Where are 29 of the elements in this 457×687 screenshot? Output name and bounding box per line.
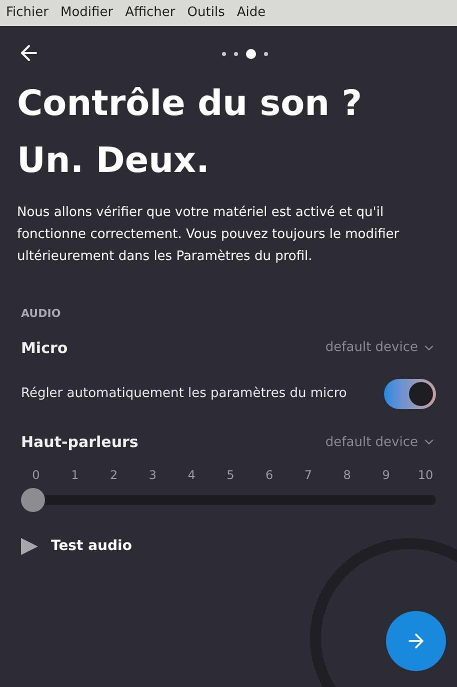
play-icon	[21, 538, 38, 554]
speakers-label: Haut-parleurs	[21, 432, 138, 453]
tick-label: 10	[418, 466, 432, 484]
device-dropdown[interactable]: default device	[325, 432, 436, 452]
microphone-label: Micro	[21, 338, 68, 358]
tick-label: 3	[148, 466, 158, 484]
volume-slider[interactable]	[21, 488, 436, 512]
menu-item[interactable]: Afficher	[125, 3, 176, 23]
page-title: Contrôle du son ? Un. Deux.	[17, 83, 364, 183]
tick-label: 2	[108, 466, 119, 484]
menu-item[interactable]: Modifier	[60, 3, 114, 23]
tick-label: 0	[31, 466, 41, 484]
description: Nous allons vérifier que votre matériel est activé et qu'il fonctionne correctement. Vous pouvez toujours le modifier ultérieurement dans les Paramètres du profil.	[17, 204, 400, 266]
tick-label: 1	[70, 466, 80, 484]
tick-label: 8	[342, 466, 352, 484]
tick-label: 6	[264, 466, 274, 484]
menu-item[interactable]: Outils	[187, 3, 225, 23]
toggle-switch[interactable]	[384, 379, 436, 409]
auto-adjust-label: Régler automatiquement les paramètres du micro	[21, 385, 347, 404]
test-audio-button[interactable]: Test audio	[21, 536, 436, 556]
tick-label: 4	[186, 466, 196, 484]
menu-item[interactable]: Fichier	[6, 3, 48, 23]
slider-thumb[interactable]	[21, 488, 45, 512]
tick-label: 9	[381, 466, 391, 484]
menu-item[interactable]: Aide	[236, 3, 266, 23]
tick-label: 7	[303, 466, 314, 484]
tick-label: 5	[226, 466, 236, 484]
device-dropdown[interactable]: default device	[325, 338, 436, 358]
section-heading: AUDIO	[21, 306, 62, 322]
